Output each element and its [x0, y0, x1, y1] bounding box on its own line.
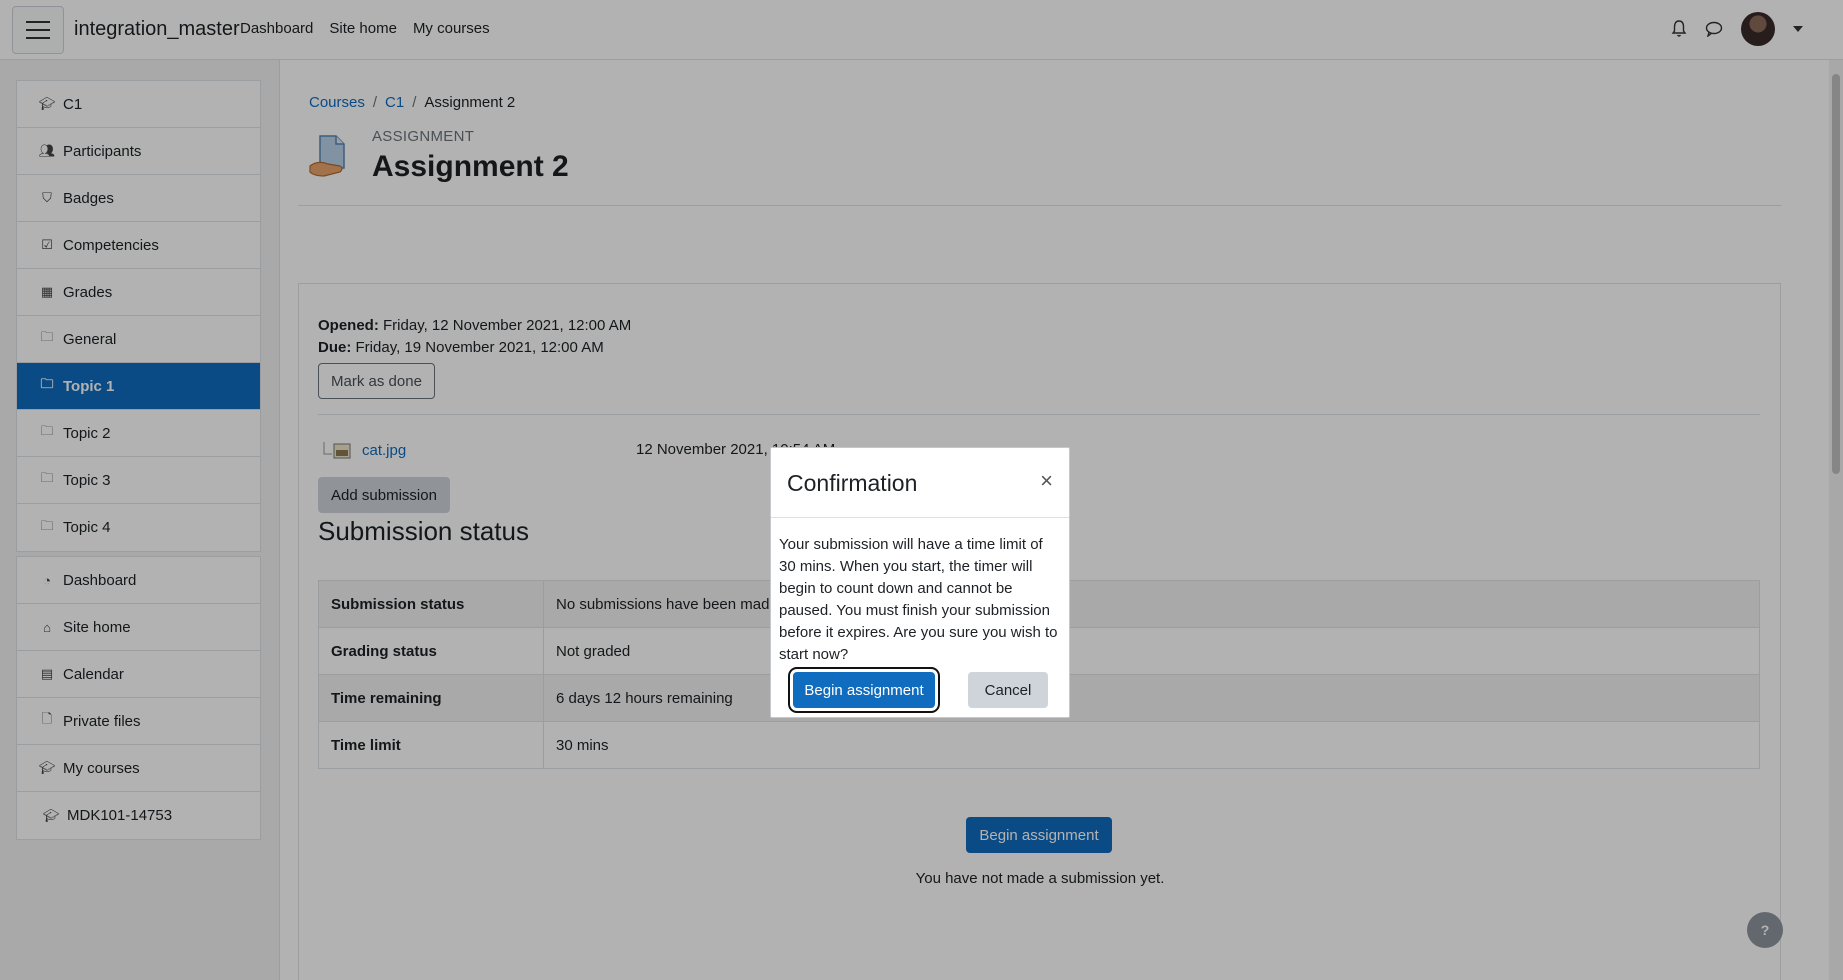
- cancel-button[interactable]: Cancel: [968, 672, 1048, 708]
- dialog-footer: Begin assignment Cancel: [771, 672, 1071, 712]
- dialog-title: Confirmation: [787, 470, 918, 496]
- confirmation-dialog: Confirmation × Your submission will have…: [770, 447, 1070, 718]
- confirm-begin-button[interactable]: Begin assignment: [793, 672, 935, 708]
- dialog-header: Confirmation ×: [771, 448, 1069, 518]
- dialog-body: Your submission will have a time limit o…: [779, 536, 1058, 663]
- close-icon[interactable]: ×: [1040, 470, 1053, 492]
